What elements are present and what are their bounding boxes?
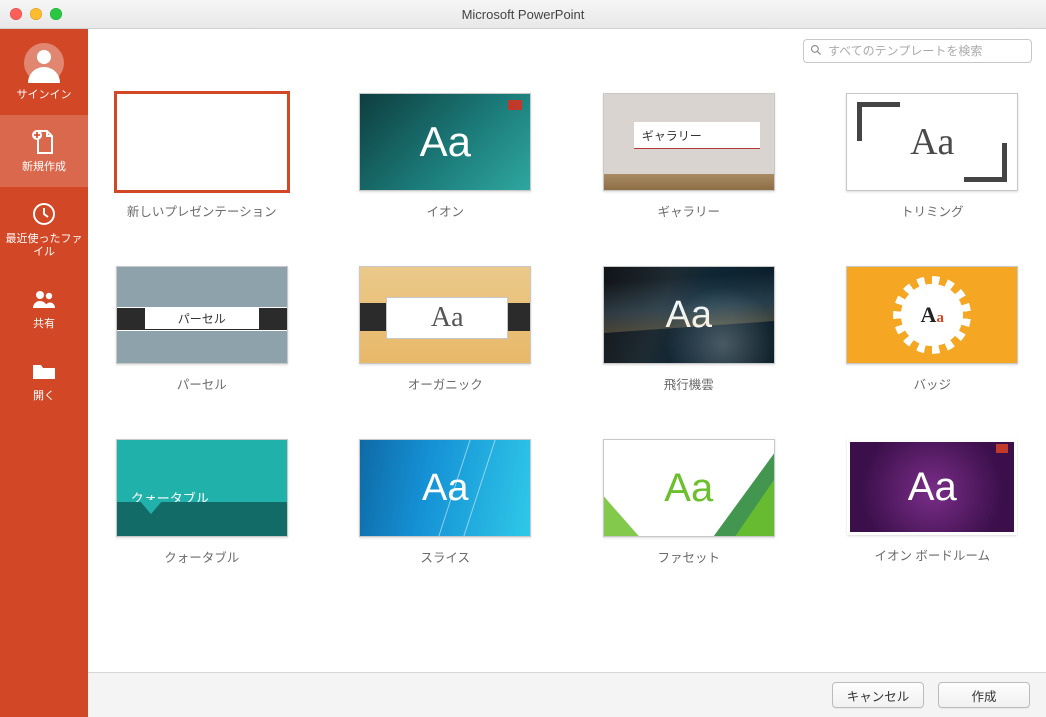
template-trim[interactable]: Aa トリミング [839,93,1027,220]
template-slice[interactable]: Aa スライス [352,439,540,566]
sidebar-item-label: サインイン [17,89,72,103]
template-label: イオン ボードルーム [874,545,990,564]
window-title: Microsoft PowerPoint [0,7,1046,22]
template-thumb: パーセル [116,266,288,364]
people-icon [31,286,57,312]
template-ion-boardroom[interactable]: Aa イオン ボードルーム [839,439,1027,566]
cancel-button[interactable]: キャンセル [832,682,924,708]
template-thumb: Aa [359,93,531,191]
template-quotable[interactable]: クォータブル クォータブル [108,439,296,566]
titlebar: Microsoft PowerPoint [0,0,1046,29]
window: Microsoft PowerPoint サインイン 新規作成 最 [0,0,1046,717]
template-thumb [116,93,288,191]
template-label: オーガニック [408,374,483,393]
sidebar: サインイン 新規作成 最近使ったファイル 共有 [0,29,88,717]
sidebar-item-label: 新規作成 [22,161,66,175]
template-thumb: Aa [603,439,775,537]
sidebar-item-label: 開く [33,390,55,404]
template-label: パーセル [177,374,227,393]
template-thumb: Aa [359,439,531,537]
sample-text: Aa [420,118,471,166]
template-vapor[interactable]: Aa 飛行機雲 [595,266,783,393]
sample-text: Aa [664,466,713,511]
avatar-icon [24,43,64,83]
sidebar-item-recent[interactable]: 最近使ったファイル [0,187,88,273]
template-facet[interactable]: Aa ファセット [595,439,783,566]
clock-icon [31,201,57,227]
template-gallery: 新しいプレゼンテーション Aa イオン ギャラリー ギャラリー [88,63,1046,672]
main: 新しいプレゼンテーション Aa イオン ギャラリー ギャラリー [88,29,1046,717]
sample-text: パーセル [145,307,259,329]
sidebar-item-new[interactable]: 新規作成 [0,115,88,187]
template-thumb: Aa [847,439,1017,535]
template-thumb: ギャラリー [603,93,775,191]
template-badge[interactable]: Aa バッジ [839,266,1027,393]
template-label: トリミング [901,201,964,220]
template-label: クォータブル [164,547,239,566]
footer: キャンセル 作成 [88,672,1046,717]
sidebar-item-signin[interactable]: サインイン [0,29,88,115]
sample-text: Aa [666,294,712,337]
search-icon [810,44,822,59]
body: サインイン 新規作成 最近使ったファイル 共有 [0,29,1046,717]
template-thumb: Aa [603,266,775,364]
sample-text: Aa [908,465,957,510]
template-label: ファセット [657,547,720,566]
sidebar-item-shared[interactable]: 共有 [0,272,88,344]
template-organic[interactable]: Aa オーガニック [352,266,540,393]
sample-text: Aa [422,467,468,510]
template-label: バッジ [913,374,951,393]
template-parcel[interactable]: パーセル パーセル [108,266,296,393]
search-row [88,29,1046,63]
template-thumb: Aa [846,93,1018,191]
sidebar-item-label: 共有 [33,318,55,332]
sample-text: ギャラリー [634,122,760,149]
new-file-icon [31,129,57,155]
template-thumb: クォータブル [116,439,288,537]
template-thumb: Aa [846,266,1018,364]
template-blank[interactable]: 新しいプレゼンテーション [108,93,296,220]
template-ion[interactable]: Aa イオン [352,93,540,220]
folder-icon [31,358,57,384]
template-label: 新しいプレゼンテーション [127,201,277,220]
create-button[interactable]: 作成 [938,682,1030,708]
sidebar-item-label: 最近使ったファイル [4,233,84,261]
template-grid: 新しいプレゼンテーション Aa イオン ギャラリー ギャラリー [108,93,1026,566]
sample-text: Aa [386,297,508,339]
template-label: イオン [426,201,464,220]
template-gallery[interactable]: ギャラリー ギャラリー [595,93,783,220]
template-thumb: Aa [359,266,531,364]
sidebar-item-open[interactable]: 開く [0,344,88,416]
template-label: 飛行機雲 [664,374,714,393]
template-label: ギャラリー [657,201,720,220]
template-label: スライス [420,547,470,566]
sample-text: Aa [921,302,944,328]
search-field[interactable] [826,43,1025,59]
search-input[interactable] [803,39,1032,63]
sample-text: Aa [910,120,954,164]
